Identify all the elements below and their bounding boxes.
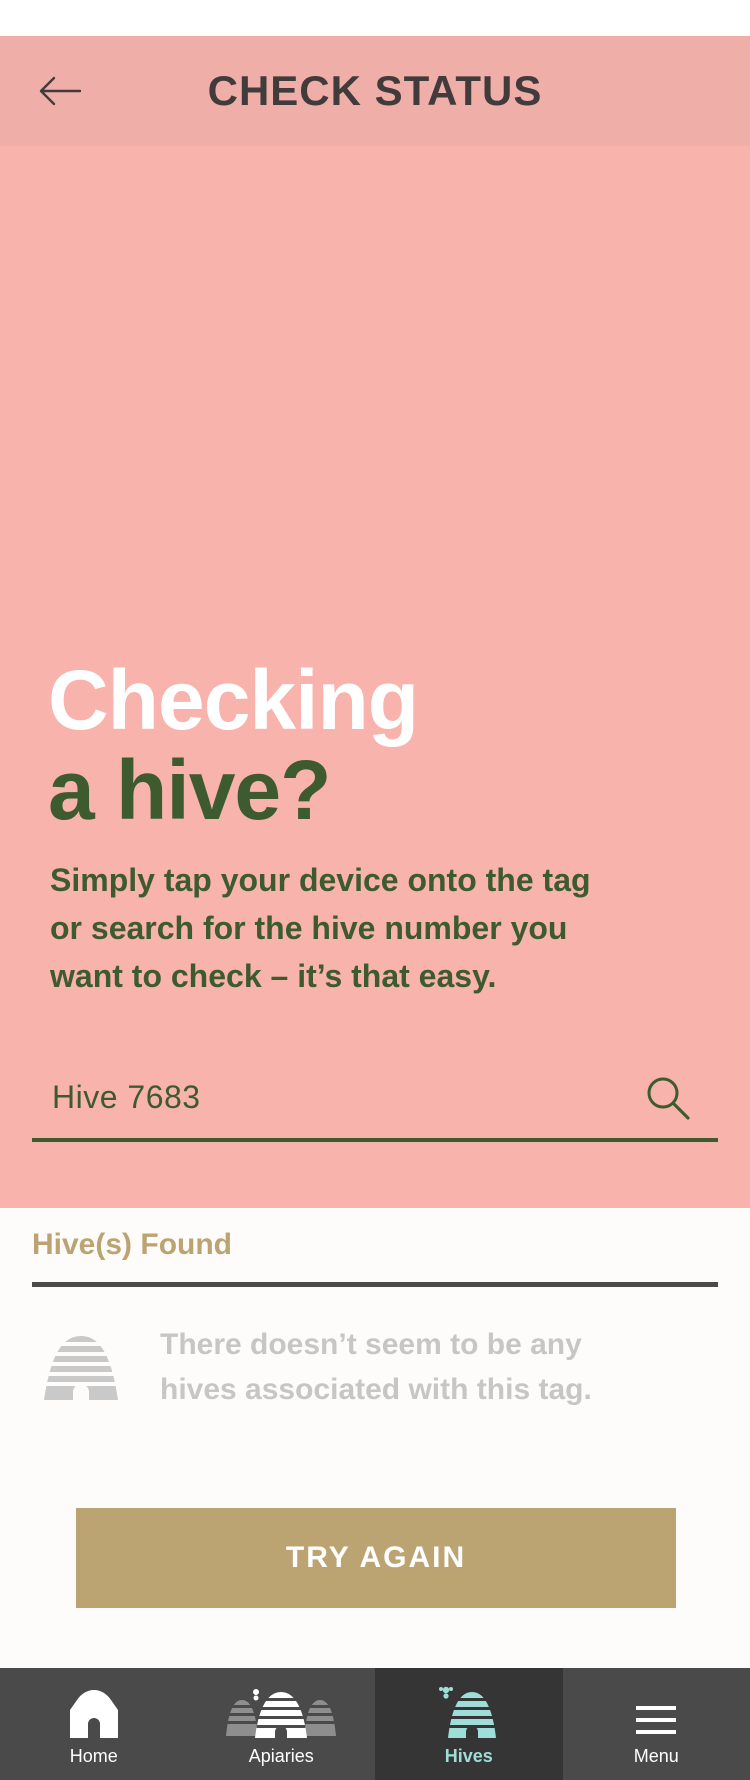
- tab-apiaries-label: Apiaries: [248, 1746, 314, 1766]
- page-title: CHECK STATUS: [207, 67, 543, 114]
- search-icon: [647, 1077, 690, 1120]
- search-button[interactable]: [644, 1074, 692, 1122]
- results-title: Hive(s) Found: [32, 1228, 232, 1261]
- empty-results-message: There doesn’t seem to be any hives assoc…: [160, 1328, 592, 1406]
- back-button[interactable]: [24, 60, 96, 122]
- results-divider: [32, 1282, 718, 1287]
- arrow-left-icon: [39, 76, 82, 106]
- app-bar: CHECK STATUS: [0, 36, 750, 146]
- try-again-button[interactable]: TRY AGAIN: [76, 1508, 676, 1608]
- apiaries-icon: [226, 1689, 337, 1738]
- bottom-tab-bar: Home Apiaries Hives Menu: [0, 1668, 750, 1780]
- tab-hives-label: Hives: [444, 1746, 493, 1766]
- menu-icon: [636, 1706, 677, 1734]
- check-status-screen: CHECK STATUS Checking a hive? Simply tap…: [0, 0, 750, 1780]
- tab-menu[interactable]: Menu: [563, 1668, 750, 1780]
- tab-hives[interactable]: Hives: [375, 1668, 563, 1780]
- home-icon: [69, 1690, 118, 1738]
- tab-home[interactable]: Home: [0, 1668, 188, 1780]
- status-bar: [0, 0, 750, 36]
- search-bar: [32, 1060, 718, 1142]
- beehive-icon: [44, 1336, 118, 1400]
- tab-menu-label: Menu: [633, 1746, 679, 1766]
- hero-description: Simply tap your device onto the tag or s…: [50, 862, 591, 994]
- hive-icon: [438, 1686, 496, 1738]
- hero-section: Checking a hive? Simply tap your device …: [0, 146, 750, 1208]
- hero-title-line2: a hive?: [48, 743, 331, 837]
- hive-search-input[interactable]: [52, 1070, 612, 1124]
- tab-apiaries[interactable]: Apiaries: [188, 1668, 376, 1780]
- hero-title-line1: Checking: [48, 653, 419, 747]
- tab-home-label: Home: [69, 1746, 118, 1766]
